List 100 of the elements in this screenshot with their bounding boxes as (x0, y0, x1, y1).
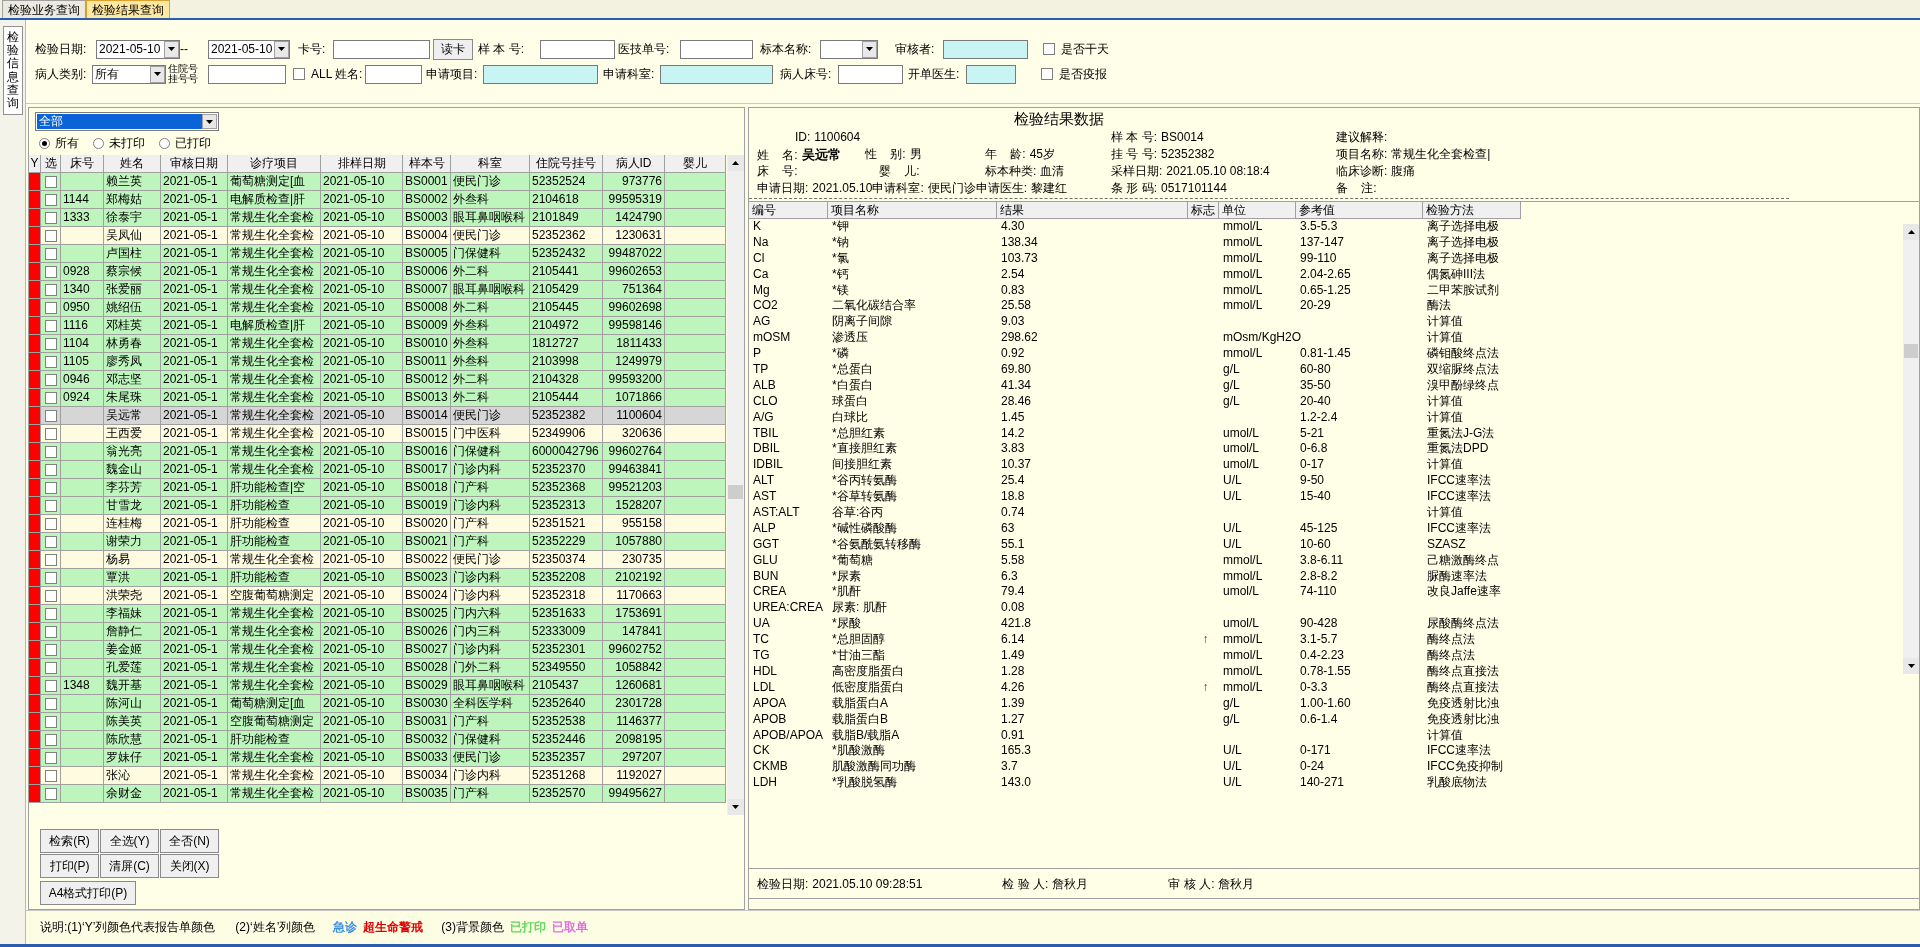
checkbox[interactable] (44, 247, 57, 260)
checkbox[interactable] (44, 211, 57, 224)
checkbox[interactable] (44, 445, 57, 458)
table-row[interactable]: 孔爱莲 2021-05-1 常规生化全套检 2021-05-10 BS0028 门外二科 52349550 1058842 (29, 659, 726, 677)
scrollbar[interactable] (1903, 224, 1919, 674)
scroll-thumb[interactable] (728, 485, 743, 499)
table-row[interactable]: 翁光亮 2021-05-1 常规生化全套检 2021-05-10 BS0016 门保健科 6000042796 99602764 (29, 443, 726, 461)
table-row[interactable]: 谢荣力 2021-05-1 肝功能检查 2021-05-10 BS0021 门产科 52352229 1057880 (29, 533, 726, 551)
table-row[interactable]: 张沁 2021-05-1 常规生化全套检 2021-05-10 BS0034 门诊内科 52351268 1192027 (29, 767, 726, 785)
checkbox[interactable] (44, 535, 57, 548)
checkbox[interactable] (1043, 43, 1055, 55)
column-header[interactable]: 审核日期 (161, 155, 228, 173)
checkbox[interactable] (44, 571, 57, 584)
table-row[interactable]: 卢国柱 2021-05-1 常规生化全套检 2021-05-10 BS0005 门保健科 52352432 99487022 (29, 245, 726, 263)
action-button[interactable]: 关闭(X) (160, 854, 219, 878)
scroll-up-icon[interactable] (727, 155, 744, 171)
dropdown[interactable]: 全部 (35, 112, 219, 131)
action-button[interactable]: 检索(R) (40, 829, 99, 853)
column-header[interactable]: 检验方法 (1423, 202, 1521, 219)
checkbox[interactable] (293, 68, 305, 80)
table-row[interactable]: 王西爱 2021-05-1 常规生化全套检 2021-05-10 BS0015 门中医科 52349906 320636 (29, 425, 726, 443)
action-button[interactable]: 全否(N) (160, 829, 219, 853)
checkbox[interactable] (44, 229, 57, 242)
input-field[interactable] (660, 64, 773, 84)
column-header[interactable]: 标志 (1188, 202, 1219, 219)
input-field[interactable] (838, 64, 903, 84)
table-row[interactable]: 1340 张爱丽 2021-05-1 常规生化全套检 2021-05-10 BS0007 眼耳鼻咽喉科 2105429 751364 (29, 281, 726, 299)
action-button[interactable]: A4格式打印(P) (40, 881, 136, 905)
checkbox[interactable] (44, 517, 57, 530)
column-header[interactable]: 选 (41, 155, 61, 173)
checkbox[interactable] (44, 553, 57, 566)
tab[interactable]: 检验结果查询 (86, 0, 170, 18)
checkbox[interactable] (44, 769, 57, 782)
action-button[interactable]: 全选(Y) (100, 829, 159, 853)
input-field[interactable] (365, 64, 422, 84)
checkbox[interactable] (1041, 68, 1053, 80)
checkbox[interactable] (44, 499, 57, 512)
action-button[interactable]: 清屏(C) (100, 854, 159, 878)
checkbox[interactable] (44, 625, 57, 638)
checkbox[interactable] (44, 265, 57, 278)
column-header[interactable]: 病人ID (603, 155, 665, 173)
dropdown[interactable]: 所有 (92, 64, 166, 84)
table-row[interactable]: 陈河山 2021-05-1 葡萄糖测定[血 2021-05-10 BS0030 全科医学科 52352640 2301728 (29, 695, 726, 713)
table-row[interactable]: 陈欣慧 2021-05-1 肝功能检查 2021-05-10 BS0032 门保健科 52352446 2098195 (29, 731, 726, 749)
input-field[interactable] (333, 39, 430, 59)
table-row[interactable]: 吴远常 2021-05-1 常规生化全套检 2021-05-10 BS0014 便民门诊 52352382 1100604 (29, 407, 726, 425)
dropdown[interactable] (820, 39, 878, 59)
table-row[interactable]: 吴凤仙 2021-05-1 常规生化全套检 2021-05-10 BS0004 便民门诊 52352362 1230631 (29, 227, 726, 245)
column-header[interactable]: 样本号 (403, 155, 451, 173)
table-row[interactable]: 1105 廖秀凤 2021-05-1 常规生化全套检 2021-05-10 BS0011 外叁科 2103998 1249979 (29, 353, 726, 371)
column-header[interactable]: 结果 (997, 202, 1188, 219)
scroll-up-icon[interactable] (1903, 224, 1919, 240)
checkbox[interactable] (44, 409, 57, 422)
column-header[interactable]: 姓名 (104, 155, 161, 173)
input-field[interactable] (680, 39, 753, 59)
checkbox[interactable] (44, 589, 57, 602)
checkbox[interactable] (44, 733, 57, 746)
checkbox[interactable] (44, 175, 57, 188)
table-row[interactable]: 1116 邓桂英 2021-05-1 电解质检查|肝 2021-05-10 BS0009 外叁科 2104972 99598146 (29, 317, 726, 335)
checkbox[interactable] (44, 643, 57, 656)
checkbox[interactable] (44, 607, 57, 620)
radio-button[interactable] (39, 137, 50, 149)
side-tab[interactable]: 检验信息查询 (2, 26, 23, 116)
column-header[interactable]: 床号 (61, 155, 104, 173)
column-header[interactable]: 参考值 (1296, 202, 1423, 219)
read-card-button[interactable]: 读卡 (433, 38, 473, 60)
checkbox[interactable] (44, 481, 57, 494)
table-row[interactable]: 李芬芳 2021-05-1 肝功能检查|空 2021-05-10 BS0018 门产科 52352368 99521203 (29, 479, 726, 497)
table-row[interactable]: 0946 邓志坚 2021-05-1 常规生化全套检 2021-05-10 BS0012 外二科 2104328 99593200 (29, 371, 726, 389)
column-header[interactable]: 婴儿 (665, 155, 726, 173)
table-row[interactable]: 1348 魏开基 2021-05-1 常规生化全套检 2021-05-10 BS0029 眼耳鼻咽喉科 2105437 1260681 (29, 677, 726, 695)
column-header[interactable]: 住院号挂号 (530, 155, 603, 173)
radio-button[interactable] (93, 137, 104, 149)
table-row[interactable]: 李福妹 2021-05-1 常规生化全套检 2021-05-10 BS0025 门内六科 52351633 1753691 (29, 605, 726, 623)
column-header[interactable]: 排样日期 (321, 155, 403, 173)
table-row[interactable]: 罗妹仔 2021-05-1 常规生化全套检 2021-05-10 BS0033 便民门诊 52352357 297207 (29, 749, 726, 767)
checkbox[interactable] (44, 427, 57, 440)
scrollbar[interactable] (727, 155, 744, 815)
table-row[interactable]: 0928 蔡宗候 2021-05-1 常规生化全套检 2021-05-10 BS0006 外二科 2105441 99602653 (29, 263, 726, 281)
scroll-thumb[interactable] (1904, 344, 1918, 358)
checkbox[interactable] (44, 787, 57, 800)
table-row[interactable]: 1104 林勇春 2021-05-1 常规生化全套检 2021-05-10 BS0010 外叁科 1812727 1811433 (29, 335, 726, 353)
column-header[interactable]: 诊疗项目 (228, 155, 321, 173)
table-row[interactable]: 洪荣尧 2021-05-1 空腹葡萄糖测定 2021-05-10 BS0024 门诊内科 52352318 1170663 (29, 587, 726, 605)
checkbox[interactable] (44, 319, 57, 332)
table-row[interactable]: 赖兰英 2021-05-1 葡萄糖测定[血 2021-05-10 BS0001 便民门诊 52352524 973776 (29, 173, 726, 191)
table-row[interactable]: 余财金 2021-05-1 常规生化全套检 2021-05-10 BS0035 门产科 52352570 99495627 (29, 785, 726, 803)
column-header[interactable]: 编号 (749, 202, 828, 219)
table-row[interactable]: 连桂梅 2021-05-1 肝功能检查 2021-05-10 BS0020 门产科 52351521 955158 (29, 515, 726, 533)
checkbox[interactable] (44, 391, 57, 404)
input-field[interactable] (943, 39, 1028, 59)
checkbox[interactable] (44, 373, 57, 386)
input-field[interactable] (208, 64, 286, 84)
table-row[interactable]: 覃洪 2021-05-1 肝功能检查 2021-05-10 BS0023 门诊内科 52352208 2102192 (29, 569, 726, 587)
column-header[interactable]: 单位 (1219, 202, 1296, 219)
column-header[interactable]: 项目名称 (828, 202, 997, 219)
table-row[interactable]: 0924 朱尾珠 2021-05-1 常规生化全套检 2021-05-10 BS0013 外二科 2105444 1071866 (29, 389, 726, 407)
checkbox[interactable] (44, 355, 57, 368)
scroll-down-icon[interactable] (1903, 658, 1919, 674)
column-header[interactable]: Y (29, 155, 41, 173)
